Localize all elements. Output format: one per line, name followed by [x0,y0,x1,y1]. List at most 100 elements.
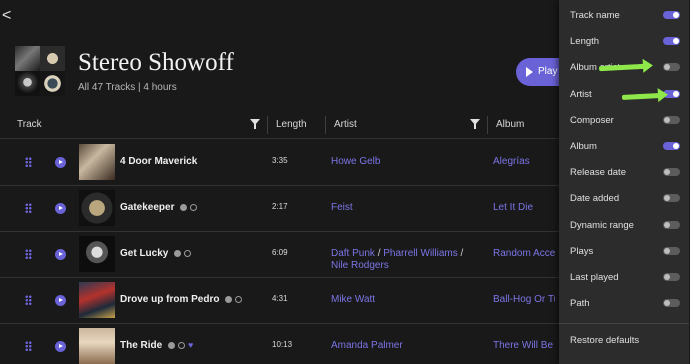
column-toggle[interactable] [663,115,680,124]
clock-icon [184,249,192,257]
clock-icon [178,341,186,349]
artist-link[interactable]: Pharrell Williams [383,248,457,259]
artist-link[interactable]: Howe Gelb [331,156,380,167]
track-name-text: The Ride [120,340,163,351]
track-album-art [79,144,115,180]
play-track-icon[interactable] [55,341,66,352]
column-option-label: Path [570,298,590,310]
play-icon [526,67,533,77]
clock-icon [235,295,243,303]
track-album-art [79,328,115,364]
album-art-1 [15,46,40,71]
column-header-track[interactable]: Track [17,116,42,138]
album-art-4 [40,71,65,96]
album-art-3 [15,71,40,96]
sample-icon [174,249,182,257]
playlist-subtitle: All 47 Tracks | 4 hours [78,82,177,93]
column-header-album[interactable]: Album [496,116,524,138]
track-album[interactable]: There Will Be N [493,340,555,351]
track-name: Gatekeeper [120,202,198,213]
restore-defaults-button[interactable]: Restore defaults [570,335,639,346]
drag-handle-icon[interactable] [25,203,32,213]
column-divider[interactable] [267,116,268,134]
column-option-label: Artist [570,88,592,100]
filter-icon[interactable] [250,119,260,129]
playlist-title: Stereo Showoff [78,49,234,76]
track-length: 4:31 [272,294,288,303]
playlist-collage [15,46,65,96]
edit-icon [168,341,176,349]
track-length: 2:17 [272,202,288,211]
column-header-artist[interactable]: Artist [334,116,357,138]
table-row[interactable]: The Ride ♥ 10:13 Amanda Palmer There Wil… [0,323,560,364]
column-option-label: Plays [570,245,594,257]
column-toggle[interactable] [663,168,680,177]
column-option-label: Track name [570,10,620,21]
play-track-icon[interactable] [55,249,66,260]
track-name-text: Get Lucky [120,248,169,259]
track-name: 4 Door Maverick [120,156,197,167]
artist-link[interactable]: Daft Punk [331,248,375,259]
table-row[interactable]: Drove up from Pedro 4:31 Mike Watt Ball-… [0,277,560,323]
artist-link[interactable]: Feist [331,202,353,213]
clock-icon [190,203,198,211]
play-button-label: Play [538,66,558,77]
track-name-text: 4 Door Maverick [120,156,198,167]
column-divider[interactable] [325,116,326,134]
track-name: Drove up from Pedro [120,294,243,305]
artist-link[interactable]: Mike Watt [331,294,375,305]
column-option-label: Date added [570,193,620,205]
divider [559,323,689,324]
column-toggle[interactable] [663,142,680,150]
column-option-label: Composer [570,114,614,126]
track-album-art [79,190,115,226]
drag-handle-icon[interactable] [25,341,32,351]
drag-handle-icon[interactable] [25,157,32,167]
track-artist[interactable]: Daft Punk / Pharrell Williams / Nile Rod… [331,248,481,272]
track-length: 3:35 [272,156,288,165]
column-toggle[interactable] [663,194,680,203]
track-length: 10:13 [272,340,293,349]
play-track-icon[interactable] [55,295,66,306]
artist-link[interactable]: Nile Rodgers [331,260,389,271]
album-art-2 [40,46,65,71]
table-row[interactable]: 4 Door Maverick 3:35 Howe Gelb Alegrías [0,139,560,185]
column-header-length[interactable]: Length [276,116,307,138]
column-option-label: Album [570,141,597,152]
track-album[interactable]: Random Access [493,248,555,259]
track-artist[interactable]: Mike Watt [331,294,481,306]
track-artist[interactable]: Amanda Palmer [331,340,481,352]
column-toggle[interactable] [663,299,680,308]
column-toggle[interactable] [663,220,680,229]
track-album[interactable]: Let It Die [493,202,555,213]
column-toggle[interactable] [663,273,680,281]
track-name-text: Drove up from Pedro [120,294,220,305]
track-album-art [79,282,115,318]
track-length: 6:09 [272,248,288,257]
drag-handle-icon[interactable] [25,295,32,305]
back-button[interactable]: < [2,8,16,24]
track-artist[interactable]: Feist [331,202,481,214]
column-toggle[interactable] [663,11,680,19]
track-album[interactable]: Alegrías [493,156,555,167]
track-album[interactable]: Ball-Hog Or Tugb [493,294,555,305]
artist-separator: / [374,248,384,259]
table-row[interactable]: Gatekeeper 2:17 Feist Let It Die [0,185,560,231]
column-toggle[interactable] [663,246,680,255]
column-divider[interactable] [487,116,488,134]
track-artist[interactable]: Howe Gelb [331,156,481,168]
table-row[interactable]: Get Lucky 6:09 Daft Punk / Pharrell Will… [0,231,560,277]
column-toggle[interactable] [663,37,680,46]
column-option-label: Dynamic range [570,219,634,231]
artist-link[interactable]: Amanda Palmer [331,340,403,351]
play-track-icon[interactable] [55,157,66,168]
play-track-icon[interactable] [55,203,66,214]
column-option-label: Last played [570,272,619,283]
column-option-label: Release date [570,167,626,179]
filter-icon[interactable] [470,119,480,129]
track-name-text: Gatekeeper [120,202,175,213]
track-name: The Ride ♥ [120,340,196,351]
drag-handle-icon[interactable] [25,249,32,259]
column-toggle[interactable] [663,63,680,72]
track-album-art [79,236,115,272]
